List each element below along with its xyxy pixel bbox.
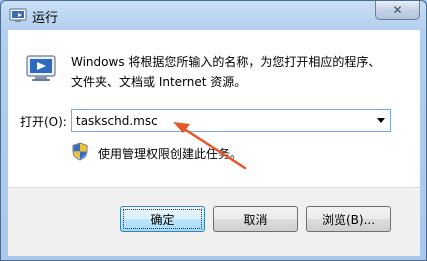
open-combobox[interactable]: taskschd.msc [71,109,391,132]
description-line-2: 文件夹、文档或 Internet 资源。 [71,75,247,89]
admin-privilege-text: 使用管理权限创建此任务。 [98,147,243,161]
browse-button[interactable]: 浏览(B)... [306,206,391,232]
description-line-1: Windows 将根据您所输入的名称，为您打开相应的程序、 [71,55,381,69]
open-label: 打开(O): [20,115,67,129]
close-button[interactable]: ✕ [375,1,420,20]
open-input-value[interactable]: taskschd.msc [76,114,158,128]
run-dialog-window: 运行 ✕ Windows 将根据您所输入的名称，为您打开相应的程序、 文件夹、文… [0,0,427,261]
description-text: Windows 将根据您所输入的名称，为您打开相应的程序、 文件夹、文档或 In… [71,52,411,92]
run-icon [9,8,27,22]
ok-button[interactable]: 确定 [120,206,205,232]
chevron-down-icon[interactable] [377,118,385,123]
dialog-body: Windows 将根据您所输入的名称，为您打开相应的程序、 文件夹、文档或 In… [8,30,420,187]
close-icon[interactable]: ✕ [392,4,402,16]
window-title: 运行 [32,11,59,26]
uac-shield-icon [72,142,88,161]
cancel-button[interactable]: 取消 [213,206,298,232]
run-app-icon [26,55,56,81]
